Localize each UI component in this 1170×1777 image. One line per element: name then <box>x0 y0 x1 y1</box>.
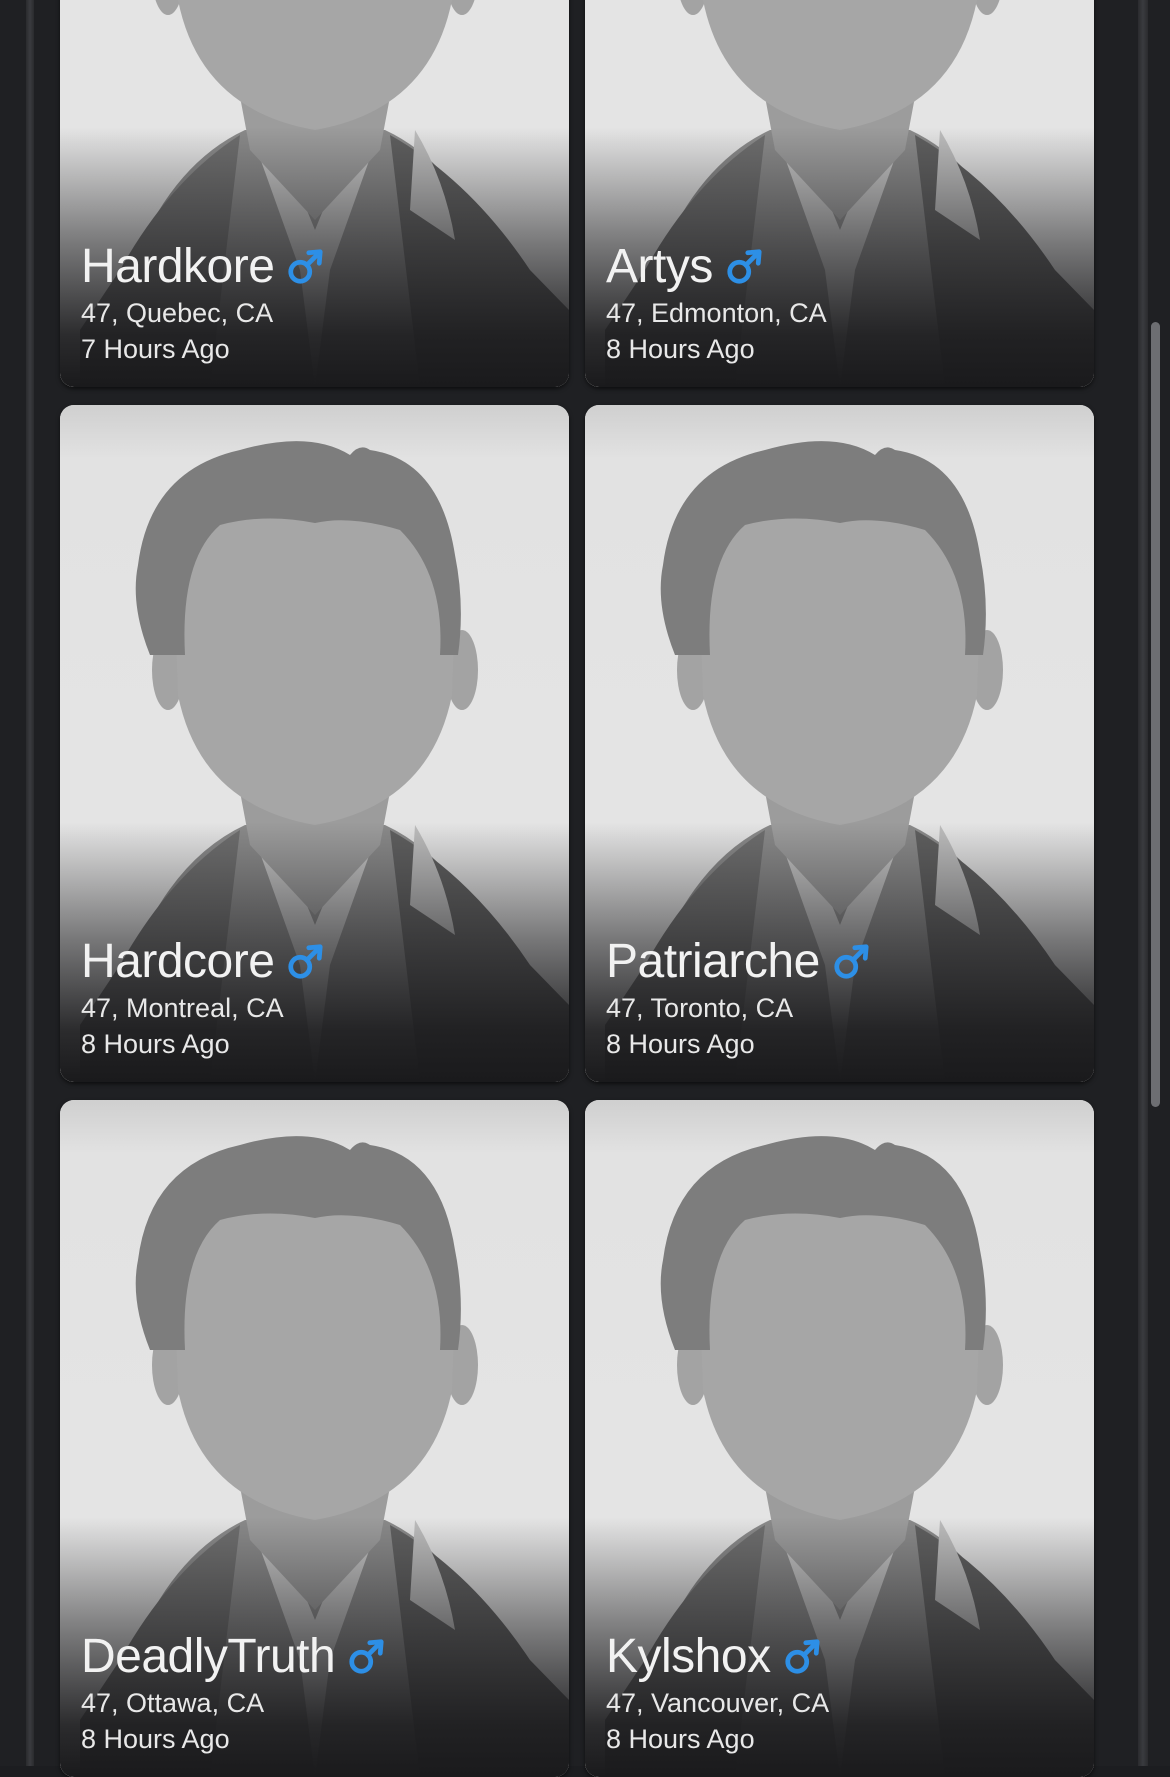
left-edge-rail <box>26 0 34 1766</box>
profile-card[interactable]: Artys 47, Edmonton, CA 8 Hours Ago <box>585 0 1094 387</box>
profile-info: Artys 47, Edmonton, CA 8 Hours Ago <box>606 239 827 367</box>
profile-info: Kylshox 47, Vancouver, CA 8 Hours Ago <box>606 1629 829 1757</box>
profile-name: Hardcore <box>81 935 275 988</box>
profile-last-seen: 8 Hours Ago <box>606 1029 755 1059</box>
male-icon <box>783 1638 821 1676</box>
male-icon <box>286 248 324 286</box>
male-icon <box>725 248 763 286</box>
profile-last-seen: 8 Hours Ago <box>81 1029 230 1059</box>
profile-location: 47, Ottawa, CA <box>81 1688 265 1718</box>
profile-name: Patriarche <box>606 935 820 988</box>
profile-info: DeadlyTruth 47, Ottawa, CA 8 Hours Ago <box>81 1629 385 1757</box>
profile-card[interactable]: Kylshox 47, Vancouver, CA 8 Hours Ago <box>585 1100 1094 1777</box>
app-viewport: Hardkore 47, Quebec, CA 7 Hours Ago Arty… <box>0 0 1170 1777</box>
profile-location: 47, Quebec, CA <box>81 298 274 328</box>
right-edge-rail <box>1138 0 1148 1766</box>
profile-name: Artys <box>606 240 713 293</box>
profile-info: Hardcore 47, Montreal, CA 8 Hours Ago <box>81 934 324 1062</box>
profile-info: Hardkore 47, Quebec, CA 7 Hours Ago <box>81 239 324 367</box>
profile-card[interactable]: Patriarche 47, Toronto, CA 8 Hours Ago <box>585 405 1094 1082</box>
profile-name: Kylshox <box>606 1630 771 1683</box>
male-icon <box>832 943 870 981</box>
profile-location: 47, Edmonton, CA <box>606 298 827 328</box>
profile-location: 47, Vancouver, CA <box>606 1688 830 1718</box>
profile-last-seen: 8 Hours Ago <box>606 1724 755 1754</box>
profile-last-seen: 8 Hours Ago <box>606 334 755 364</box>
profile-location: 47, Toronto, CA <box>606 993 794 1023</box>
profile-location: 47, Montreal, CA <box>81 993 284 1023</box>
profile-last-seen: 8 Hours Ago <box>81 1724 230 1754</box>
male-icon <box>347 1638 385 1676</box>
profile-name: Hardkore <box>81 240 275 293</box>
profile-last-seen: 7 Hours Ago <box>81 334 230 364</box>
male-icon <box>286 943 324 981</box>
profile-card[interactable]: DeadlyTruth 47, Ottawa, CA 8 Hours Ago <box>60 1100 569 1777</box>
scrollbar[interactable] <box>1151 322 1160 1107</box>
profile-name: DeadlyTruth <box>81 1630 336 1683</box>
profile-card[interactable]: Hardkore 47, Quebec, CA 7 Hours Ago <box>60 0 569 387</box>
profile-info: Patriarche 47, Toronto, CA 8 Hours Ago <box>606 934 870 1062</box>
profile-card[interactable]: Hardcore 47, Montreal, CA 8 Hours Ago <box>60 405 569 1082</box>
